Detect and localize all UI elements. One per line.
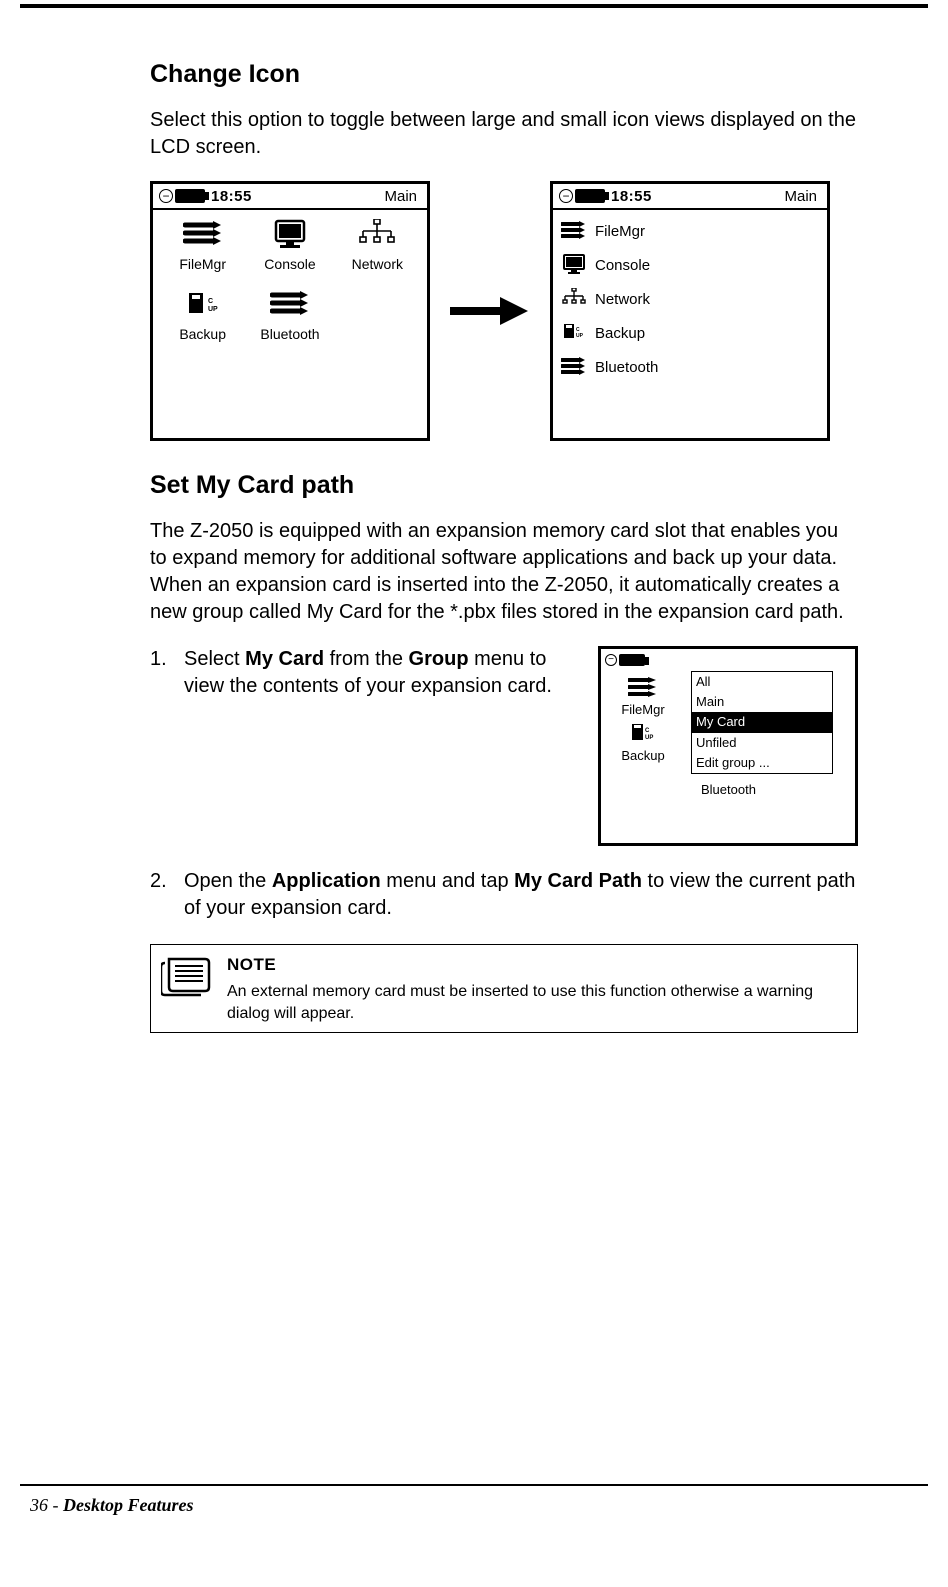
screen-title: Main xyxy=(384,188,421,205)
footer-title: Desktop Features xyxy=(63,1495,194,1515)
note-icon xyxy=(161,953,213,1004)
backup-icon: CUP xyxy=(627,721,659,747)
filemgr-icon xyxy=(182,218,224,254)
svg-text:UP: UP xyxy=(208,306,218,313)
group-menu[interactable]: All Main My Card Unfiled Edit group ... xyxy=(691,671,833,774)
app-console[interactable]: Console xyxy=(246,218,333,282)
battery-icon: − xyxy=(559,189,605,203)
top-rule xyxy=(20,4,928,8)
lcd-header: − 18:55 Main xyxy=(153,184,427,210)
app-filemgr[interactable]: FileMgr xyxy=(159,218,246,282)
lcd-large-icons: − 18:55 Main FileMgr Console xyxy=(150,181,430,441)
list-item-bluetooth[interactable]: Bluetooth xyxy=(561,352,819,382)
bluetooth-icon xyxy=(269,288,311,324)
app-label: Backup xyxy=(179,326,226,342)
battery-icon: − xyxy=(605,654,645,666)
list-item-label: Network xyxy=(595,291,650,308)
app-label: FileMgr xyxy=(179,256,226,272)
list-item-label: Console xyxy=(595,257,650,274)
svg-text:C: C xyxy=(645,728,650,734)
list-item-label: Bluetooth xyxy=(595,359,658,376)
heading-change-icon: Change Icon xyxy=(150,60,858,89)
screen-title: Main xyxy=(784,188,821,205)
app-filemgr[interactable]: FileMgr xyxy=(607,675,679,719)
step-2: Open the Application menu and tap My Car… xyxy=(150,868,858,922)
step-text: from the xyxy=(324,648,408,670)
app-backup[interactable]: CUP Backup xyxy=(607,721,679,765)
backup-icon: CUP xyxy=(561,321,587,345)
svg-text:UP: UP xyxy=(576,333,584,339)
filemgr-icon xyxy=(627,675,659,701)
step-text: menu and tap xyxy=(381,870,514,892)
network-icon xyxy=(356,218,398,254)
app-label: Bluetooth xyxy=(260,326,319,342)
menu-item-edit-group[interactable]: Edit group ... xyxy=(692,753,832,773)
svg-text:C: C xyxy=(208,298,213,305)
lcd-small-icons: − 18:55 Main FileMgr Console Network xyxy=(550,181,830,441)
clock-time: 18:55 xyxy=(611,188,652,205)
console-icon xyxy=(561,253,587,277)
console-icon xyxy=(269,218,311,254)
footer-sep: - xyxy=(48,1495,63,1515)
battery-icon: − xyxy=(159,189,205,203)
lcd-group-menu: − FileMgr CUP Backup xyxy=(598,646,858,846)
network-icon xyxy=(561,287,587,311)
lcd-header: − xyxy=(601,649,855,671)
list-item-label: Backup xyxy=(595,325,645,342)
step-text: Open the xyxy=(184,870,272,892)
app-network[interactable]: Network xyxy=(334,218,421,282)
step-text-bold: My Card xyxy=(245,648,324,670)
footer-rule xyxy=(20,1484,928,1486)
page-number: 36 xyxy=(30,1495,48,1515)
app-bluetooth[interactable]: Bluetooth xyxy=(246,288,333,352)
step-1: Select My Card from the Group menu to vi… xyxy=(150,646,858,846)
menu-item-all[interactable]: All xyxy=(692,672,832,692)
app-label: Network xyxy=(352,256,403,272)
figure-icon-toggle: − 18:55 Main FileMgr Console xyxy=(150,181,858,441)
list-item-filemgr[interactable]: FileMgr xyxy=(561,216,819,246)
step-text-bold: My Card Path xyxy=(514,870,642,892)
lcd-header: − 18:55 Main xyxy=(553,184,827,210)
app-label: Backup xyxy=(621,747,664,765)
app-backup[interactable]: CUP Backup xyxy=(159,288,246,352)
menu-item-main[interactable]: Main xyxy=(692,692,832,712)
heading-set-my-card-path: Set My Card path xyxy=(150,471,858,500)
para-set-my-card-2: When an expansion card is inserted into … xyxy=(150,572,858,626)
page-footer: 36 - Desktop Features xyxy=(30,1495,194,1516)
list-item-backup[interactable]: CUP Backup xyxy=(561,318,819,348)
menu-item-unfiled[interactable]: Unfiled xyxy=(692,733,832,753)
filemgr-icon xyxy=(561,219,587,243)
step-text-bold: Application xyxy=(272,870,381,892)
svg-text:UP: UP xyxy=(645,735,653,741)
list-item-console[interactable]: Console xyxy=(561,250,819,280)
bluetooth-icon xyxy=(561,355,587,379)
app-label: Bluetooth xyxy=(701,781,756,799)
step-text-bold: Group xyxy=(409,648,469,670)
app-label: FileMgr xyxy=(621,701,664,719)
menu-item-my-card[interactable]: My Card xyxy=(692,712,832,732)
step-text: Select xyxy=(184,648,245,670)
note-heading: NOTE xyxy=(227,955,847,975)
backup-icon: CUP xyxy=(182,288,224,324)
note-box: NOTE An external memory card must be ins… xyxy=(150,944,858,1033)
list-item-network[interactable]: Network xyxy=(561,284,819,314)
arrow-icon xyxy=(450,300,530,322)
clock-time: 18:55 xyxy=(211,188,252,205)
para-change-icon: Select this option to toggle between lar… xyxy=(150,107,858,161)
app-label: Console xyxy=(264,256,315,272)
list-item-label: FileMgr xyxy=(595,223,645,240)
note-body: An external memory card must be inserted… xyxy=(227,981,847,1024)
para-set-my-card-1: The Z-2050 is equipped with an expansion… xyxy=(150,518,858,572)
